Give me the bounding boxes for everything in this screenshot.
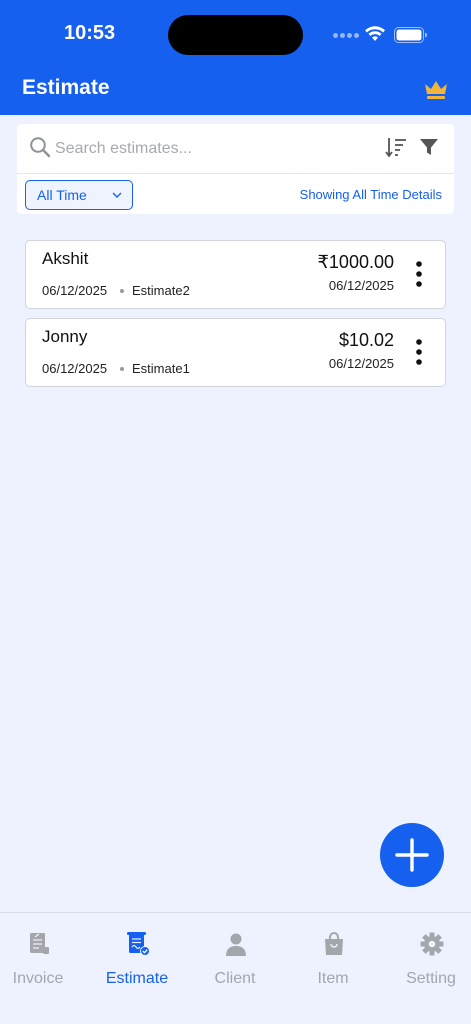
tab-label: Client (214, 970, 256, 987)
estimate-amount: $10.02 (338, 330, 394, 350)
client-name: Jonny (42, 327, 88, 346)
tab-label: Item (317, 970, 349, 987)
client-icon (226, 933, 246, 956)
more-vertical-icon[interactable] (414, 337, 424, 367)
tab-item[interactable]: Item (286, 913, 380, 1003)
estimate-card[interactable]: Akshit 06/12/2025 Estimate2 ₹1000.00 06/… (25, 240, 446, 309)
tab-invoice[interactable]: Invoice (0, 913, 85, 1003)
item-bag-icon (325, 932, 343, 955)
dynamic-island (168, 15, 303, 55)
wifi-icon (365, 26, 385, 41)
app-bar: Estimate (0, 66, 471, 115)
tab-client[interactable]: Client (188, 913, 282, 1003)
more-vertical-icon[interactable] (414, 259, 424, 289)
gear-icon (420, 932, 444, 956)
estimate-number: Estimate1 (132, 361, 190, 376)
separator-dot (120, 289, 124, 293)
time-period-dropdown[interactable]: All Time (25, 180, 133, 210)
status-bar: 10:53 (0, 0, 471, 66)
estimate-card[interactable]: Jonny 06/12/2025 Estimate1 $10.02 06/12/… (25, 318, 446, 387)
sort-icon[interactable] (385, 136, 407, 158)
add-estimate-button[interactable] (380, 823, 444, 887)
estimate-icon (127, 932, 150, 956)
estimate-due-date: 06/12/2025 (328, 278, 394, 293)
status-time: 10:53 (64, 22, 116, 44)
search-filter-panel: All Time Showing All Time Details (17, 124, 454, 214)
battery-icon (394, 27, 427, 43)
search-row (17, 124, 454, 174)
tab-setting[interactable]: Setting (384, 913, 471, 1003)
estimate-due-date: 06/12/2025 (328, 356, 394, 371)
tab-label: Invoice (12, 970, 64, 987)
estimate-date: 06/12/2025 (42, 283, 108, 298)
plus-icon (395, 838, 429, 872)
estimate-amount: ₹1000.00 (317, 252, 394, 272)
page-title: Estimate (22, 76, 110, 99)
cellular-signal-icon (333, 33, 359, 38)
time-period-selected: All Time (37, 187, 87, 203)
showing-details-label: Showing All Time Details (299, 187, 442, 202)
client-name: Akshit (42, 249, 89, 268)
tab-label: Estimate (105, 970, 169, 987)
estimate-number: Estimate2 (132, 283, 190, 298)
filter-icon[interactable] (419, 137, 439, 157)
search-icon (30, 137, 51, 158)
tab-estimate[interactable]: Estimate (90, 913, 184, 1003)
separator-dot (120, 367, 124, 371)
chevron-down-icon (112, 192, 122, 198)
estimate-date: 06/12/2025 (42, 361, 108, 376)
crown-icon[interactable] (423, 78, 449, 100)
tab-label: Setting (406, 970, 456, 987)
invoice-icon (30, 933, 49, 954)
bottom-tab-bar: Invoice Estimate Client Item Setting (0, 912, 471, 1024)
search-input[interactable] (55, 136, 375, 162)
